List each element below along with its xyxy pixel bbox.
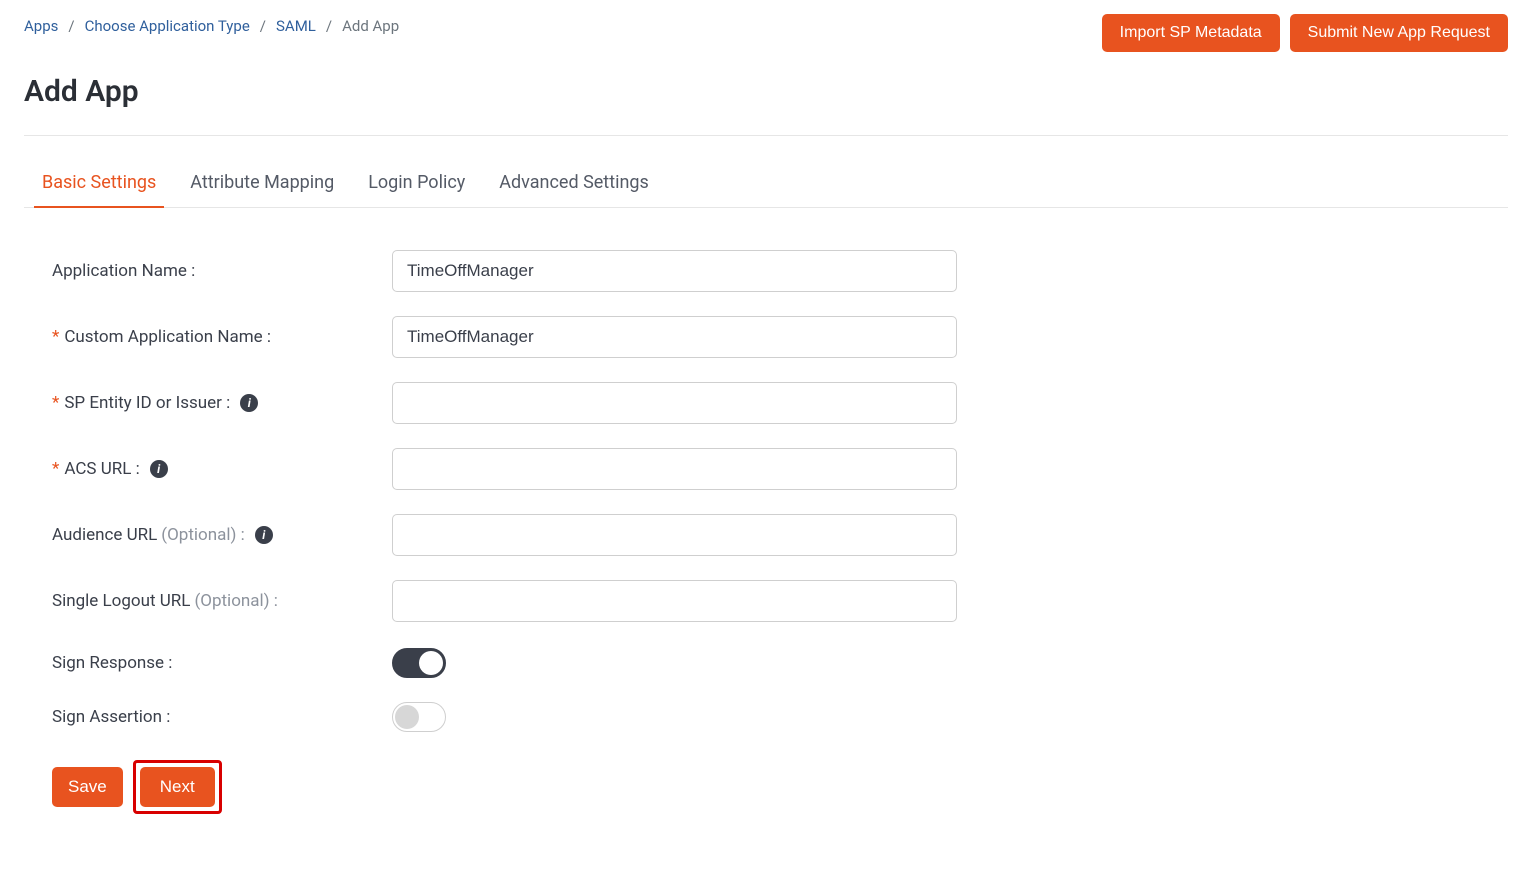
tab-attribute-mapping[interactable]: Attribute Mapping: [190, 172, 334, 207]
breadcrumb-current: Add App: [342, 17, 399, 35]
breadcrumb-saml[interactable]: SAML: [276, 17, 316, 35]
breadcrumb-choose-type[interactable]: Choose Application Type: [85, 17, 250, 35]
label-text: Application Name :: [52, 261, 195, 281]
label-text: Custom Application Name :: [64, 327, 271, 347]
custom-app-name-label: * Custom Application Name :: [52, 327, 392, 347]
next-button-highlight: Next: [133, 760, 222, 814]
breadcrumb-sep: /: [326, 17, 332, 35]
optional-text: (Optional) :: [161, 525, 244, 545]
required-asterisk: *: [52, 393, 59, 413]
custom-app-name-input[interactable]: [392, 316, 957, 358]
application-name-label: Application Name :: [52, 261, 392, 281]
divider: [24, 135, 1508, 136]
breadcrumb-apps[interactable]: Apps: [24, 17, 58, 35]
sign-response-toggle[interactable]: [392, 648, 446, 678]
audience-url-input[interactable]: [392, 514, 957, 556]
breadcrumb-sep: /: [260, 17, 266, 35]
next-button[interactable]: Next: [140, 767, 215, 807]
tab-login-policy[interactable]: Login Policy: [368, 172, 465, 207]
single-logout-url-label: Single Logout URL (Optional) :: [52, 591, 392, 611]
acs-url-label: * ACS URL : i: [52, 459, 392, 479]
label-text: Audience URL: [52, 525, 157, 545]
info-icon[interactable]: i: [240, 394, 258, 412]
required-asterisk: *: [52, 327, 59, 347]
breadcrumb: Apps / Choose Application Type / SAML / …: [24, 14, 399, 35]
label-text: Sign Assertion :: [52, 707, 170, 727]
acs-url-input[interactable]: [392, 448, 957, 490]
required-asterisk: *: [52, 459, 59, 479]
sign-response-label: Sign Response :: [52, 653, 392, 673]
sp-entity-id-input[interactable]: [392, 382, 957, 424]
import-sp-metadata-button[interactable]: Import SP Metadata: [1102, 14, 1280, 52]
sign-assertion-toggle[interactable]: [392, 702, 446, 732]
breadcrumb-sep: /: [68, 17, 74, 35]
audience-url-label: Audience URL (Optional) : i: [52, 525, 392, 545]
tab-basic-settings[interactable]: Basic Settings: [42, 172, 156, 207]
page-title: Add App: [24, 74, 1508, 109]
label-text: Single Logout URL: [52, 591, 190, 611]
label-text: SP Entity ID or Issuer :: [64, 393, 230, 413]
save-button[interactable]: Save: [52, 767, 123, 807]
info-icon[interactable]: i: [255, 526, 273, 544]
application-name-input[interactable]: [392, 250, 957, 292]
label-text: ACS URL :: [64, 459, 139, 479]
info-icon[interactable]: i: [150, 460, 168, 478]
toggle-knob: [419, 651, 443, 675]
toggle-knob: [395, 705, 419, 729]
submit-new-app-request-button[interactable]: Submit New App Request: [1290, 14, 1508, 52]
tabs: Basic Settings Attribute Mapping Login P…: [24, 172, 1508, 208]
single-logout-url-input[interactable]: [392, 580, 957, 622]
tab-advanced-settings[interactable]: Advanced Settings: [499, 172, 649, 207]
optional-text: (Optional) :: [194, 591, 277, 611]
sign-assertion-label: Sign Assertion :: [52, 707, 392, 727]
sp-entity-id-label: * SP Entity ID or Issuer : i: [52, 393, 392, 413]
label-text: Sign Response :: [52, 653, 172, 673]
